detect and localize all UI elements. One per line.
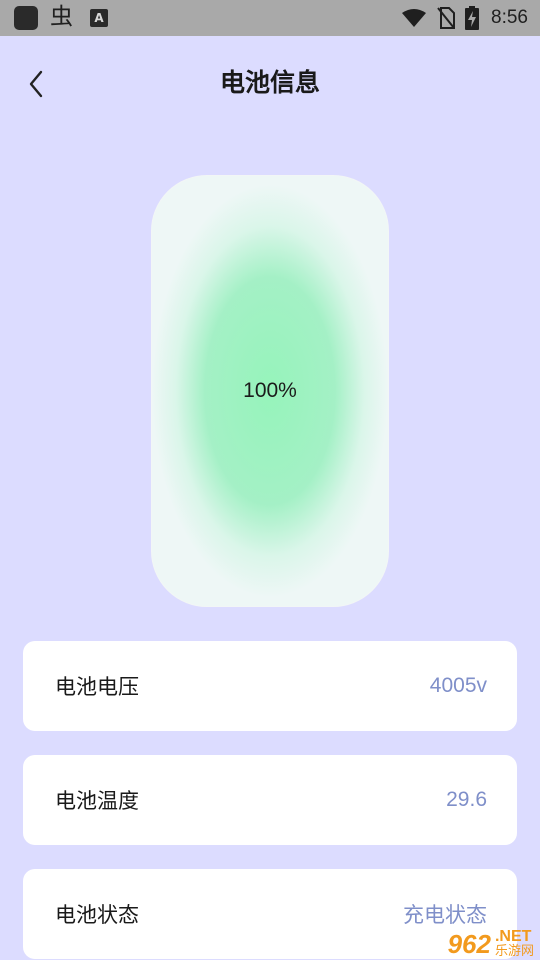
temperature-card: 电池温度 29.6 (23, 755, 517, 845)
voltage-label: 电池电压 (55, 675, 139, 699)
battery-level-text: 100% (243, 379, 297, 402)
status-value: 充电状态 (403, 903, 487, 927)
status-bar: 虫 A 8:56 (0, 0, 540, 36)
status-time: 8:56 (491, 7, 528, 28)
app-notification-icon (14, 6, 38, 30)
status-label: 电池状态 (55, 903, 139, 927)
voltage-card: 电池电压 4005v (23, 641, 517, 731)
accessibility-a-icon: A (90, 9, 108, 27)
status-bar-right: 8:56 (401, 0, 528, 36)
no-sim-icon (437, 7, 456, 29)
battery-charging-icon (465, 6, 480, 30)
temperature-value: 29.6 (446, 788, 487, 811)
bug-app-icon: 虫 (50, 4, 73, 30)
voltage-value: 4005v (429, 674, 487, 697)
battery-graphic: 100% (151, 175, 389, 607)
status-card: 电池状态 充电状态 (23, 869, 517, 959)
wifi-icon (402, 9, 427, 27)
page-title: 电池信息 (219, 68, 320, 97)
temperature-label: 电池温度 (55, 789, 139, 813)
